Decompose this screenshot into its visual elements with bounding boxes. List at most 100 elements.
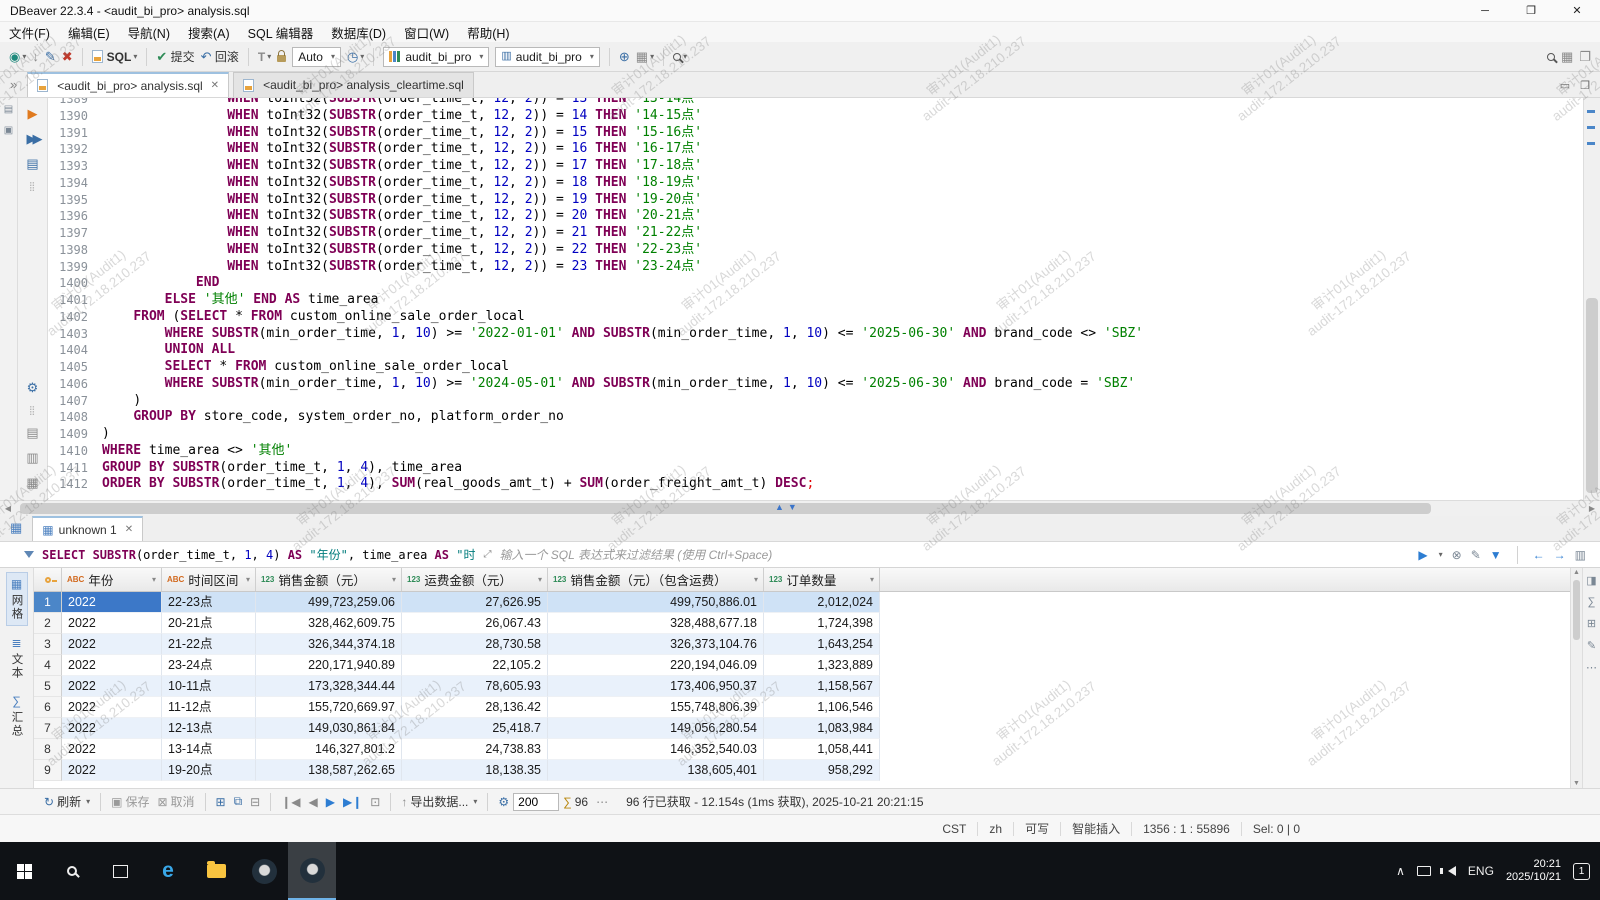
code-line[interactable]: 1412ORDER BY SUBSTR(order_time_t, 1, 4),… [48,476,1583,493]
cell[interactable]: 173,328,344.44 [256,676,402,697]
cell[interactable]: 28,730.58 [402,634,548,655]
minimize-button[interactable]: ─ [1462,0,1508,21]
refresh-timer-icon[interactable]: ◷▾ [347,50,364,63]
commit-button[interactable]: ✔ 提交 [156,48,194,65]
cell[interactable]: 22,105.2 [402,655,548,676]
volume-icon[interactable] [1443,866,1456,876]
cell[interactable]: 2022 [62,634,162,655]
cell[interactable]: 2,012,024 [764,592,880,613]
line-number[interactable]: 1390 [48,108,102,125]
table-row[interactable]: 2202220-21点328,462,609.7526,067.43328,48… [34,613,1570,634]
fetch-all-icon[interactable]: ▶❙ [343,795,362,809]
line-number[interactable]: 1394 [48,175,102,192]
projects-panel-icon[interactable]: ▣ [4,125,13,136]
column-dropdown-icon[interactable]: ▾ [242,575,250,584]
code-line[interactable]: 1393 WHEN toInt32(SUBSTR(order_time_t, 1… [48,158,1583,175]
table-row[interactable]: 1202222-23点499,723,259.0627,626.95499,75… [34,592,1570,613]
results-grid[interactable]: ABC年份▾ABC时间区间▾123销售金额（元）▾123运费金额（元）▾123销… [34,568,1570,788]
edit-filter-icon[interactable]: ✎ [1471,548,1481,562]
menu-item-5[interactable]: 数据库(D) [322,23,395,42]
aggregate-panel-icon[interactable]: ∑ [1588,596,1596,608]
result-view-tab-2[interactable]: ∑汇总 [7,690,27,742]
line-number[interactable]: 1395 [48,192,102,209]
line-number[interactable]: 1398 [48,242,102,259]
history-forward-icon[interactable]: → [1554,548,1566,562]
line-number[interactable]: 1409 [48,426,102,443]
column-header-0[interactable]: ABC年份▾ [62,568,162,591]
cell[interactable]: 2022 [62,739,162,760]
navigator-panel-icon[interactable]: ▤ [4,104,13,115]
table-row[interactable]: 6202211-12点155,720,669.9728,136.42155,74… [34,697,1570,718]
cell[interactable]: 11-12点 [162,697,256,718]
filter-input[interactable]: 输入一个 SQL 表达式来过滤结果 (使用 Ctrl+Space) [499,546,1418,563]
line-number[interactable]: 1410 [48,443,102,460]
cell[interactable]: 2022 [62,697,162,718]
menu-item-6[interactable]: 窗口(W) [395,23,458,42]
code-line[interactable]: 1398 WHEN toInt32(SUBSTR(order_time_t, 1… [48,242,1583,259]
more-panels-icon[interactable]: ⋯ [1586,661,1597,674]
cell[interactable]: 326,373,104.76 [548,634,764,655]
row-number[interactable]: 5 [34,676,62,697]
export-data-button[interactable]: ↑导出数据...▾ [401,793,477,810]
cell[interactable]: 1,158,567 [764,676,880,697]
network-icon[interactable] [1417,866,1431,876]
scroll-right-icon[interactable]: ▶ [1584,504,1600,513]
prev-page-icon[interactable]: ◀ [309,795,318,809]
cell[interactable]: 146,327,801.2 [256,739,402,760]
close-tab-icon[interactable]: ✕ [211,80,219,91]
sync-connection-icon[interactable]: ⊕ [619,50,630,63]
table-row[interactable]: 5202210-11点173,328,344.4478,605.93173,40… [34,676,1570,697]
line-number[interactable]: 1406 [48,376,102,393]
tray-expand-icon[interactable]: ∧ [1396,864,1405,878]
line-number[interactable]: 1397 [48,225,102,242]
delete-connection-icon[interactable]: ✖ [62,50,73,63]
save-button[interactable]: ▣保存 [111,793,149,810]
restore-layout-icon[interactable]: ❐ [1579,50,1591,63]
log-panel-icon[interactable]: ▥ [26,450,38,466]
clear-filter-icon[interactable]: ⊗ [1452,548,1462,562]
result-view-tab-0[interactable]: ▦网格 [6,572,28,626]
line-number[interactable]: 1405 [48,359,102,376]
cell[interactable]: 19-20点 [162,760,256,781]
cell[interactable]: 173,406,950.37 [548,676,764,697]
taskbar-search-icon[interactable] [48,842,96,900]
task-view-icon[interactable] [96,842,144,900]
delete-row-icon[interactable]: ⊟ [250,795,260,809]
output-panel-icon[interactable]: ▤ [26,425,38,441]
menu-item-2[interactable]: 导航(N) [119,23,179,42]
code-line[interactable]: 1410WHERE time_area <> '其他' [48,443,1583,460]
cell[interactable]: 2022 [62,676,162,697]
more-actions-icon[interactable]: ⋯ [596,795,608,809]
focus-row-icon[interactable]: ⊡ [370,795,380,809]
code-line[interactable]: 1407 ) [48,393,1583,410]
cell[interactable]: 149,030,861.84 [256,718,402,739]
collapsed-navigator-icon[interactable]: » [0,77,23,97]
row-number[interactable]: 1 [34,592,62,613]
new-sql-editor-button[interactable]: SQL▾ [92,50,138,64]
column-header-4[interactable]: 123销售金额（元）（包含运费）▾ [548,568,764,591]
expand-filter-icon[interactable]: ⤢ [483,549,491,560]
column-dropdown-icon[interactable]: ▾ [750,575,758,584]
row-number[interactable]: 4 [34,655,62,676]
menu-item-7[interactable]: 帮助(H) [458,23,518,42]
tab-analysis-sql[interactable]: <audit_bi_pro> analysis.sql ✕ [27,72,229,97]
metadata-panel-icon[interactable]: ⊞ [1587,617,1596,630]
new-connection-icon[interactable]: ◉▾ [9,50,26,63]
cell[interactable]: 24,738.83 [402,739,548,760]
column-dropdown-icon[interactable]: ▾ [866,575,874,584]
er-diagram-icon[interactable]: ▦▾ [636,50,654,63]
code-line[interactable]: 1408 GROUP BY store_code, system_order_n… [48,409,1583,426]
quick-search-icon[interactable] [1547,53,1555,61]
code-line[interactable]: 1392 WHEN toInt32(SUBSTR(order_time_t, 1… [48,141,1583,158]
cell[interactable]: 20-21点 [162,613,256,634]
scroll-left-icon[interactable]: ◀ [0,504,16,513]
cell[interactable]: 958,292 [764,760,880,781]
save-results-icon[interactable]: ▥ [1575,548,1586,562]
cell[interactable]: 1,083,984 [764,718,880,739]
code-area[interactable]: 1389 WHEN toInt32(SUBSTR(order_time_t, 1… [48,98,1583,500]
line-number[interactable]: 1391 [48,125,102,142]
code-line[interactable]: 1409) [48,426,1583,443]
open-perspective-icon[interactable]: ▦ [1561,50,1573,63]
cell[interactable]: 1,323,889 [764,655,880,676]
editor-scrollbar[interactable] [1583,98,1600,500]
